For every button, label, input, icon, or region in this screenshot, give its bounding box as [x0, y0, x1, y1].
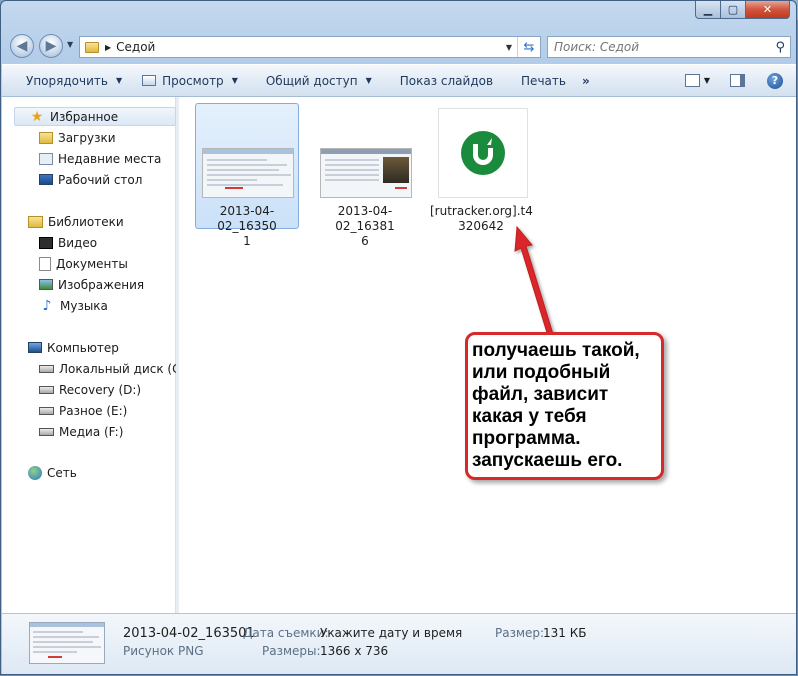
details-dims-label: Размеры:	[262, 644, 321, 658]
details-date-value[interactable]: Укажите дату и время	[320, 626, 462, 640]
explorer-window: ▁ ▢ ✕ ◀ ▶ ▼ ▶ Седой ▼ ⇆ ⚲ Упорядочить ▼ …	[0, 0, 797, 675]
details-size-value: 131 КБ	[543, 626, 587, 640]
annotation-arrow	[514, 225, 554, 337]
annotation-text: получаешь такой, или подобный файл, зави…	[472, 340, 640, 471]
details-filetype: Рисунок PNG	[123, 644, 204, 658]
details-dims-value: 1366 x 736	[320, 644, 389, 658]
annotation-callout: получаешь такой, или подобный файл, зави…	[465, 332, 664, 480]
details-date-label: Дата съемки:	[243, 626, 329, 640]
details-thumbnail	[29, 622, 105, 664]
details-pane: 2013-04-02_163501 Рисунок PNG Дата съемк…	[2, 613, 796, 674]
details-size-label: Размер:	[495, 626, 545, 640]
details-filename: 2013-04-02_163501	[123, 626, 255, 641]
